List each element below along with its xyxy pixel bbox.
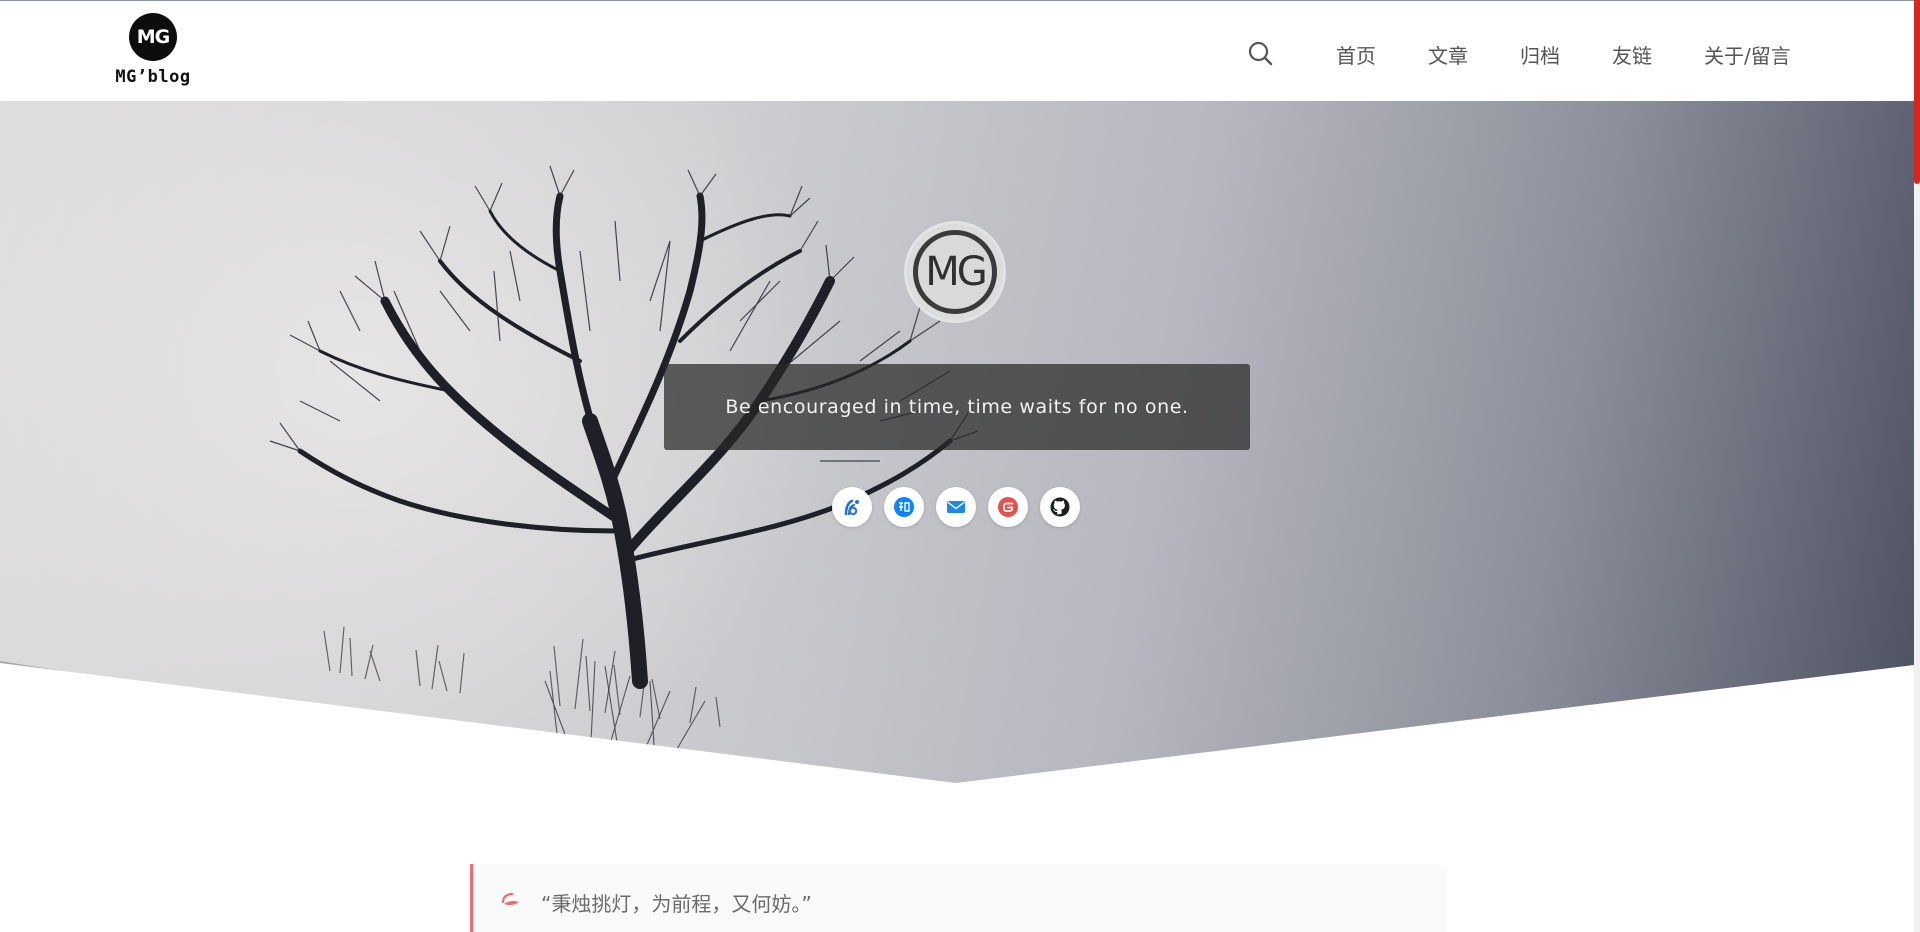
social-link-email[interactable]	[936, 487, 976, 527]
social-link-github[interactable]	[1040, 487, 1080, 527]
nav-menu: 首页 文章 归档 友链 关于/留言	[1336, 39, 1791, 69]
hero-banner: MG Be encouraged in time, time waits for…	[0, 101, 1914, 783]
nav-item-archive[interactable]: 归档	[1520, 40, 1560, 69]
brand-logo[interactable]: MG	[131, 15, 175, 59]
quote-card: “秉烛挑灯，为前程，又何妨。”	[470, 864, 1447, 932]
quote-text: “秉烛挑灯，为前程，又何妨。”	[541, 892, 812, 916]
gitee-icon	[998, 497, 1018, 517]
brand[interactable]: MG MG’blog	[108, 15, 198, 95]
nav-item-home[interactable]: 首页	[1336, 40, 1376, 69]
scrollbar[interactable]	[1914, 0, 1920, 932]
nav-item-articles[interactable]: 文章	[1428, 40, 1468, 69]
avatar[interactable]: MG	[907, 224, 1003, 320]
navbar: MG MG’blog 首页 文章 归档 友链 关于/留言	[0, 1, 1914, 101]
page: MG MG’blog 首页 文章 归档 友链 关于/留言 MG Be encou…	[0, 0, 1920, 932]
email-icon	[947, 501, 965, 513]
motto-box: Be encouraged in time, time waits for no…	[664, 364, 1250, 450]
github-icon	[1050, 497, 1070, 517]
social-link-gitee[interactable]	[988, 487, 1028, 527]
brand-name[interactable]: MG’blog	[108, 67, 198, 87]
nav-item-friends[interactable]: 友链	[1612, 40, 1652, 69]
search-button[interactable]	[1246, 39, 1276, 69]
blog-icon	[844, 499, 859, 516]
nav-item-about[interactable]: 关于/留言	[1704, 40, 1791, 69]
search-icon	[1248, 41, 1273, 66]
motto-text: Be encouraged in time, time waits for no…	[725, 396, 1189, 418]
scrollbar-thumb[interactable]	[1914, 0, 1920, 184]
zhihu-icon	[894, 497, 914, 517]
avatar-logo-text: MG	[913, 230, 997, 314]
social-links	[832, 487, 1080, 527]
social-link-zhihu[interactable]	[884, 487, 924, 527]
social-link-blog[interactable]	[832, 487, 872, 527]
quote-icon	[501, 892, 519, 906]
